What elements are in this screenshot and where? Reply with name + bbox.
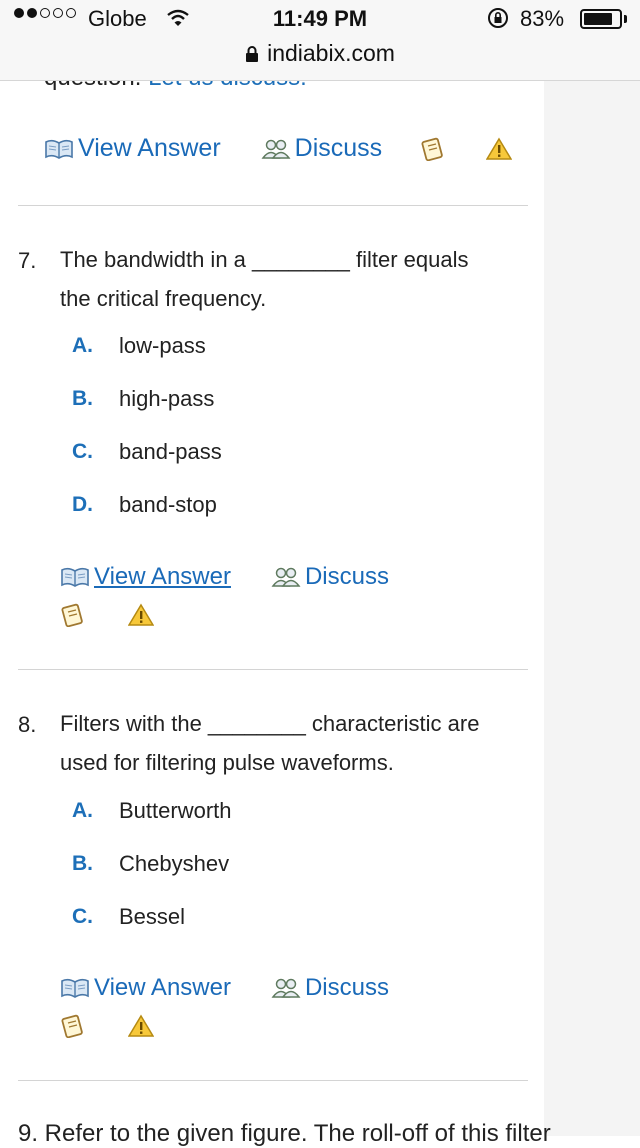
question-6-actions: View Answer Discuss	[44, 134, 513, 163]
question-7-tools	[60, 603, 154, 627]
page-content: question. Let us discuss. View Answer Di…	[0, 0, 551, 1147]
address-bar[interactable]: indiabix.com	[0, 40, 640, 67]
option-a-letter[interactable]: A.	[72, 799, 93, 823]
divider	[18, 669, 528, 670]
status-bar: Globe 11:49 PM 83%	[0, 6, 640, 36]
option-d-letter[interactable]: D.	[72, 493, 93, 517]
battery-percent: 83%	[520, 6, 565, 31]
question-text-line-1: The bandwidth in a ________ filter equal…	[60, 247, 469, 272]
divider	[18, 205, 528, 206]
question-number: 7.	[18, 248, 37, 273]
discuss-link[interactable]: Discuss	[271, 974, 389, 1002]
discuss-link[interactable]: Discuss	[271, 563, 389, 591]
rotation-lock-icon	[488, 8, 508, 28]
question-text-line-1: Filters with the ________ characteristic…	[60, 711, 480, 736]
option-c-text[interactable]: Bessel	[119, 904, 185, 930]
option-c-letter[interactable]: C.	[72, 440, 93, 464]
discuss-label: Discuss	[304, 974, 389, 1001]
users-icon	[271, 978, 301, 998]
option-a-letter[interactable]: A.	[72, 334, 93, 358]
question-8-actions: View Answer Discuss	[60, 974, 389, 1002]
option-a-text[interactable]: low-pass	[119, 333, 206, 359]
notepad-icon[interactable]	[420, 137, 446, 161]
battery-nub	[624, 15, 627, 23]
warning-icon[interactable]	[128, 603, 154, 627]
view-answer-link[interactable]: View Answer	[60, 974, 231, 1002]
view-answer-link[interactable]: View Answer	[44, 134, 221, 163]
notepad-icon[interactable]	[60, 603, 86, 627]
lock-icon	[246, 46, 259, 62]
question-7-actions: View Answer Discuss	[60, 563, 389, 591]
option-b-text[interactable]: Chebyshev	[119, 851, 229, 877]
book-icon	[45, 139, 73, 159]
option-b-letter[interactable]: B.	[72, 852, 93, 876]
view-answer-label: View Answer	[94, 563, 231, 590]
option-b-letter[interactable]: B.	[72, 387, 93, 411]
discuss-link[interactable]: Discuss	[261, 134, 383, 163]
battery-icon	[580, 9, 622, 29]
notepad-icon[interactable]	[60, 1014, 86, 1038]
browser-topbar: Globe 11:49 PM 83% indiabix.com	[0, 0, 640, 81]
book-icon	[61, 567, 89, 587]
view-answer-label: View Answer	[94, 974, 231, 1001]
warning-icon[interactable]	[486, 137, 513, 161]
question-text: The bandwidth in a ________ filter equal…	[60, 240, 530, 318]
view-answer-label: View Answer	[78, 134, 221, 162]
next-question-head: 9. Refer to the given figure. The roll-o…	[18, 1120, 551, 1147]
question-text: Filters with the ________ characteristic…	[60, 704, 530, 782]
question-text-line-2: used for filtering pulse waveforms.	[60, 750, 394, 775]
option-c-text[interactable]: band-pass	[119, 439, 222, 465]
discuss-label: Discuss	[304, 563, 389, 590]
divider	[18, 1080, 528, 1081]
question-8-tools	[60, 1014, 154, 1038]
url-domain: indiabix.com	[267, 40, 395, 66]
battery-fill	[584, 13, 612, 25]
option-a-text[interactable]: Butterworth	[119, 798, 232, 824]
right-gutter	[544, 80, 640, 1136]
question-number: 8.	[18, 712, 37, 737]
option-b-text[interactable]: high-pass	[119, 386, 214, 412]
book-icon	[61, 978, 89, 998]
warning-icon[interactable]	[128, 1014, 154, 1038]
discuss-label: Discuss	[294, 134, 383, 162]
users-icon	[261, 139, 291, 159]
users-icon	[271, 567, 301, 587]
option-d-text[interactable]: band-stop	[119, 492, 217, 518]
question-text-line-2: the critical frequency.	[60, 286, 267, 311]
option-c-letter[interactable]: C.	[72, 905, 93, 929]
view-answer-link[interactable]: View Answer	[60, 563, 231, 591]
